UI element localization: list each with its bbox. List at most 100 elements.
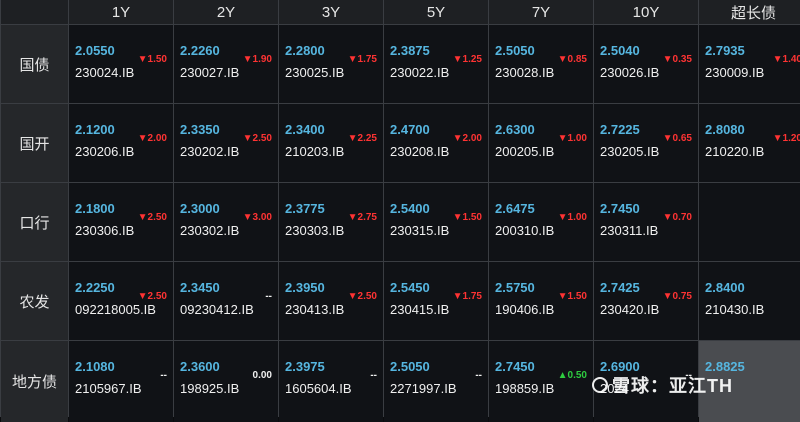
bond-cell[interactable]: 2.5750 ▼1.50 190406.IB [489,262,593,340]
yield-change: ▼1.00 [557,133,587,144]
yield-value: 2.7450 [495,359,535,374]
bond-cell[interactable]: 2.3950 ▼2.50 230413.IB [279,262,383,340]
yield-value: 2.8400 [705,280,745,295]
bond-cell[interactable]: 2.8080 ▼1.20 210220.IB [699,104,800,182]
column-header-10y[interactable]: 10Y [594,0,698,24]
bond-cell[interactable]: 2.5400 ▼1.50 230315.IB [384,183,488,261]
yield-value: 2.2260 [180,43,220,58]
yield-value: 2.8080 [705,122,745,137]
yield-value: 2.7935 [705,43,745,58]
bond-code: 2271997.IB [390,381,457,396]
bond-cell[interactable]: 2.7450 ▲0.50 198859.IB [489,341,593,422]
row-label: 地方债 [1,341,68,422]
yield-change: ▼2.25 [347,133,377,144]
column-header-5y[interactable]: 5Y [384,0,488,24]
yield-value: 2.6300 [495,122,535,137]
bond-cell[interactable]: 2.5040 ▼0.35 230026.IB [594,25,698,103]
bond-code: 230009.IB [705,65,765,80]
bond-cell[interactable]: 2.3450 -- 09230412.IB [174,262,278,340]
bond-cell[interactable]: 2.8400 210430.IB [699,262,800,340]
bond-code: 198859.IB [495,381,555,396]
bond-yield-grid: 1Y 2Y 3Y 5Y 7Y 10Y 超长债 国债 2.0550 ▼1.50 2300… [0,0,800,422]
row-label: 国债 [1,25,68,103]
column-header-ultra-long[interactable]: 超长债 [699,0,800,24]
bond-cell[interactable]: 2.7935 ▼1.40 230009.IB [699,25,800,103]
yield-value: 2.7425 [600,280,640,295]
yield-value: 2.5750 [495,280,535,295]
yield-value: 2.5400 [390,201,430,216]
row-label: 国开 [1,104,68,182]
yield-change: ▼1.75 [347,54,377,65]
corner-cell [1,0,68,24]
bond-code: 230025.IB [285,65,345,80]
bond-cell[interactable]: 2.3775 ▼2.75 230303.IB [279,183,383,261]
bond-cell[interactable]: 2.7450 ▼0.70 230311.IB [594,183,698,261]
bond-cell[interactable]: 2.7225 ▼0.65 230205.IB [594,104,698,182]
yield-change: 0.00 [252,370,272,381]
yield-value: 2.3400 [285,122,325,137]
bond-cell[interactable]: 2.3875 ▼1.25 230022.IB [384,25,488,103]
bond-cell[interactable]: 2.2800 ▼1.75 230025.IB [279,25,383,103]
yield-change: ▼1.90 [242,54,272,65]
bond-cell[interactable]: 2.3975 -- 1605604.IB [279,341,383,422]
column-header-2y[interactable]: 2Y [174,0,278,24]
watermark-text: 雪球：亚江TH [612,376,733,396]
yield-change: ▲0.50 [557,370,587,381]
bond-cell[interactable]: 2.3000 ▼3.00 230302.IB [174,183,278,261]
bond-code: 210203.IB [285,144,345,159]
column-header-1y[interactable]: 1Y [69,0,173,24]
yield-value: 2.3450 [180,280,220,295]
bond-cell[interactable]: 2.5450 ▼1.75 230415.IB [384,262,488,340]
yield-change: ▼2.50 [347,291,377,302]
bond-code: 230420.IB [600,302,660,317]
bond-cell[interactable]: 2.3350 ▼2.50 230202.IB [174,104,278,182]
bond-cell[interactable]: 2.6300 ▼1.00 200205.IB [489,104,593,182]
bond-code: 230022.IB [390,65,450,80]
bond-cell[interactable]: 2.3600 0.00 198925.IB [174,341,278,422]
bond-cell[interactable]: 2.2250 ▼2.50 092218005.IB [69,262,173,340]
yield-value: 2.3975 [285,359,325,374]
yield-change: -- [475,370,482,381]
bond-code: 198925.IB [180,381,240,396]
bond-cell[interactable]: 2.7425 ▼0.75 230420.IB [594,262,698,340]
yield-change: ▼0.70 [662,212,692,223]
bond-code: 230311.IB [600,223,659,238]
yield-value: 2.1200 [75,122,115,137]
bond-code: 230303.IB [285,223,345,238]
yield-value: 2.3000 [180,201,220,216]
bond-cell[interactable]: 2.6475 ▼1.00 200310.IB [489,183,593,261]
yield-change: -- [265,291,272,302]
bond-code: 230028.IB [495,65,555,80]
yield-value: 2.5050 [495,43,535,58]
yield-value: 2.5040 [600,43,640,58]
yield-value: 2.5450 [390,280,430,295]
bond-cell[interactable]: 2.5050 -- 2271997.IB [384,341,488,422]
row-label: 农发 [1,262,68,340]
yield-value: 2.2800 [285,43,325,58]
yield-value: 2.3875 [390,43,430,58]
bond-code: 230024.IB [75,65,135,80]
bond-code: 2105967.IB [75,381,142,396]
bond-cell[interactable]: 2.1800 ▼2.50 230306.IB [69,183,173,261]
yield-change: ▼2.75 [347,212,377,223]
bond-code: 092218005.IB [75,302,156,317]
yield-change: ▼1.50 [137,54,167,65]
bond-code: 230208.IB [390,144,450,159]
bond-cell[interactable]: 2.2260 ▼1.90 230027.IB [174,25,278,103]
bond-cell[interactable]: 2.0550 ▼1.50 230024.IB [69,25,173,103]
bond-code: 190406.IB [495,302,555,317]
bond-cell[interactable]: 2.1200 ▼2.00 230206.IB [69,104,173,182]
bond-code: 200205.IB [495,144,555,159]
yield-value: 2.7450 [600,201,640,216]
bond-cell[interactable]: 2.3400 ▼2.25 210203.IB [279,104,383,182]
column-header-7y[interactable]: 7Y [489,0,593,24]
bond-cell[interactable]: 2.1080 -- 2105967.IB [69,341,173,422]
bond-cell[interactable]: 2.5050 ▼0.85 230028.IB [489,25,593,103]
yield-value: 2.3775 [285,201,325,216]
column-header-3y[interactable]: 3Y [279,0,383,24]
yield-change: -- [370,370,377,381]
bond-cell[interactable]: 2.4700 ▼2.00 230208.IB [384,104,488,182]
bond-cell[interactable] [699,183,800,261]
yield-change: ▼0.75 [662,291,692,302]
watermark: 雪球：亚江TH [592,372,733,398]
